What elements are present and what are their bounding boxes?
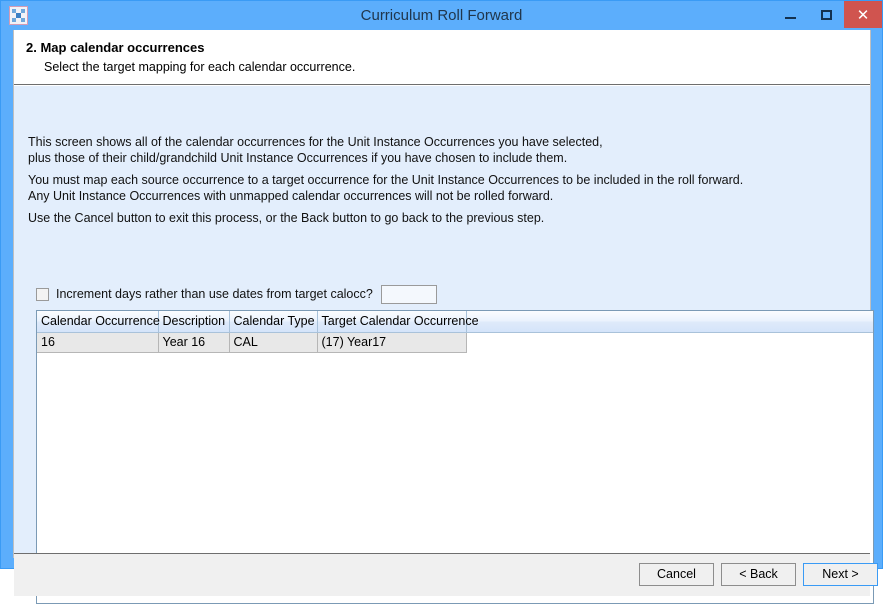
cell-filler [466,332,873,353]
instruction-line-2: plus those of their child/grandchild Uni… [28,151,568,165]
cell-target-calendar-occurrence[interactable]: (17) Year17 [317,332,467,353]
back-button[interactable]: < Back [721,563,796,586]
page-subtitle: Select the target mapping for each calen… [44,60,356,74]
increment-days-label: Increment days rather than use dates fro… [56,287,373,301]
title-bar: Curriculum Roll Forward ✕ [1,1,882,30]
dialog-window: Curriculum Roll Forward ✕ 2. Map calenda… [0,0,883,604]
wizard-body: This screen shows all of the calendar oc… [14,86,874,604]
minimize-button[interactable] [772,1,808,28]
instruction-line-1: This screen shows all of the calendar oc… [28,135,603,149]
close-icon: ✕ [856,6,870,24]
window-title: Curriculum Roll Forward [360,7,523,24]
maximize-button[interactable] [808,1,844,28]
cell-description[interactable]: Year 16 [158,332,230,353]
page-title: 2. Map calendar occurrences [26,40,205,55]
table-row[interactable]: 16 Year 16 CAL (17) Year17 [37,332,873,353]
increment-days-row: Increment days rather than use dates fro… [36,284,437,304]
instruction-line-3: You must map each source occurrence to a… [28,173,744,187]
close-button[interactable]: ✕ [844,1,882,28]
column-header-description[interactable]: Description [158,311,230,333]
maximize-icon [808,1,844,28]
next-button[interactable]: Next > [803,563,878,586]
instruction-line-4: Any Unit Instance Occurrences with unmap… [28,189,554,203]
column-header-filler [466,311,873,333]
increment-days-checkbox[interactable] [36,287,49,301]
column-header-calendar-type[interactable]: Calendar Type [229,311,318,333]
dialog-footer: Cancel < Back Next > [14,553,878,596]
column-header-target-calendar-occurrence[interactable]: Target Calendar Occurrence [317,311,479,333]
minimize-icon [772,1,808,28]
dialog-client-area: 2. Map calendar occurrences Select the t… [13,30,878,604]
cell-calendar-occurrence[interactable]: 16 [37,332,159,353]
wizard-header: 2. Map calendar occurrences Select the t… [14,30,870,85]
calendar-occurrence-table: Calendar Occurrence Description Calendar… [37,311,873,353]
column-header-calendar-occurrence[interactable]: Calendar Occurrence [37,311,160,333]
table-header-row: Calendar Occurrence Description Calendar… [37,311,873,333]
cancel-button[interactable]: Cancel [639,563,714,586]
cell-calendar-type[interactable]: CAL [229,332,318,353]
increment-days-input[interactable] [380,284,437,304]
instruction-line-5: Use the Cancel button to exit this proce… [28,211,545,225]
